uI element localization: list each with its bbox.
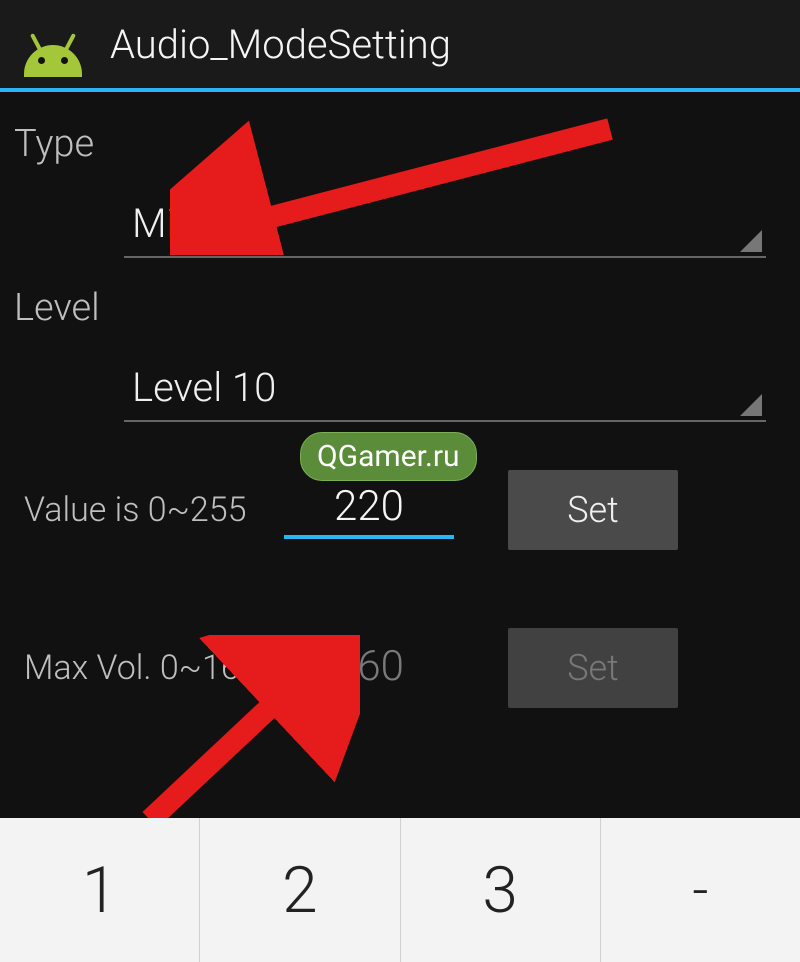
level-spinner[interactable]: Level 10: [124, 354, 766, 422]
maxvol-row: Max Vol. 0~160 160 Set: [14, 628, 786, 708]
app-header: Audio_ModeSetting: [0, 0, 800, 92]
value-input[interactable]: 220: [284, 482, 454, 539]
level-label: Level: [14, 286, 786, 330]
maxvol-label: Max Vol. 0~160: [24, 648, 284, 688]
type-spinner[interactable]: Mic: [124, 190, 766, 258]
content-area: Type Mic Level Level 10 Value is 0~255 2…: [0, 92, 800, 708]
watermark-badge: QGamer.ru: [300, 432, 477, 481]
type-value: Mic: [132, 200, 196, 247]
maxvol-input[interactable]: 160: [284, 642, 454, 695]
set-button[interactable]: Set: [508, 470, 678, 550]
maxvol-set-button[interactable]: Set: [508, 628, 678, 708]
level-value: Level 10: [132, 364, 276, 411]
key-3[interactable]: 3: [401, 818, 601, 962]
value-label: Value is 0~255: [24, 490, 284, 530]
numeric-keyboard: 1 2 3 -: [0, 818, 800, 962]
chevron-down-icon: [740, 394, 762, 416]
value-row: Value is 0~255 220 Set: [14, 470, 786, 550]
key-minus[interactable]: -: [601, 818, 800, 962]
key-1[interactable]: 1: [0, 818, 200, 962]
app-title: Audio_ModeSetting: [110, 21, 451, 68]
chevron-down-icon: [740, 230, 762, 252]
type-label: Type: [14, 122, 786, 166]
android-icon: [20, 11, 86, 77]
key-2[interactable]: 2: [200, 818, 400, 962]
